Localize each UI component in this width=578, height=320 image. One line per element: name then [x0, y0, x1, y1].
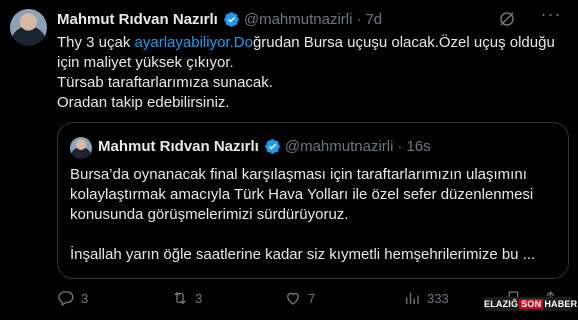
author-name[interactable]: Mahmut Rıdvan Nazırlı [57, 11, 218, 28]
watermark-part-2: SON [519, 299, 544, 309]
repost-button[interactable]: 3 [171, 289, 202, 307]
more-icon[interactable]: ··· [540, 5, 562, 28]
views-button[interactable]: 333 [403, 289, 449, 307]
views-count: 333 [427, 290, 449, 306]
author-handle[interactable]: @mahmutnazirli [244, 11, 353, 28]
quoted-header: Mahmut Rıdvan Nazırlı @mahmutnazirli · 1… [98, 138, 431, 155]
quoted-paragraph-1: Bursa’da oynanacak final karşılaşması iç… [70, 166, 534, 223]
separator: · [397, 138, 403, 155]
quoted-text: Bursa’da oynanacak final karşılaşması iç… [70, 165, 558, 265]
verified-badge-icon [265, 139, 280, 154]
watermark-part-3: HABER [544, 299, 578, 309]
like-icon [287, 292, 299, 305]
quoted-author-name: Mahmut Rıdvan Nazırlı [98, 138, 259, 155]
avatar[interactable] [10, 9, 47, 46]
tweet[interactable]: Mahmut Rıdvan Nazırlı @mahmutnazirli · 7… [0, 0, 578, 320]
watermark-part-1: ELAZIĞ [484, 299, 519, 309]
reply-icon [58, 291, 74, 306]
tweet-line-1: Thy 3 uçak ayarlayabiliyor.Doğrudan Burs… [57, 33, 569, 73]
timestamp[interactable]: 7d [365, 11, 382, 28]
watermark-logo: ELAZIĞ SON HABER [484, 297, 577, 311]
tweet-link[interactable]: ayarlayabiliyor.Do [135, 34, 253, 51]
repost-count: 3 [195, 290, 203, 306]
tweet-header: Mahmut Rıdvan Nazırlı @mahmutnazirli · 7… [57, 9, 382, 29]
tweet-text: Thy 3 uçak ayarlayabiliyor.Doğrudan Burs… [57, 33, 569, 113]
verified-badge-icon [224, 11, 239, 27]
like-count: 7 [308, 290, 316, 306]
tweet-text-segment: Thy 3 uçak [57, 34, 135, 51]
reply-button[interactable]: 3 [57, 289, 88, 307]
grok-icon[interactable] [498, 10, 516, 28]
quoted-author-handle: @mahmutnazirli [284, 138, 394, 155]
reply-count: 3 [81, 290, 89, 306]
quoted-timestamp: 16s [406, 138, 431, 155]
separator: · [356, 10, 362, 28]
tweet-line-2: Türsab taraftarlarımıza sunacak. [57, 74, 273, 91]
quoted-paragraph-2: İnşallah yarın öğle saatlerine kadar siz… [70, 246, 536, 263]
tweet-line-3: Oradan takip edebilirsiniz. [57, 94, 230, 111]
views-icon [406, 292, 419, 304]
like-button[interactable]: 7 [284, 289, 315, 307]
quoted-tweet[interactable]: Mahmut Rıdvan Nazırlı @mahmutnazirli · 1… [57, 122, 569, 279]
quoted-avatar [70, 137, 92, 159]
repost-icon [174, 291, 186, 305]
